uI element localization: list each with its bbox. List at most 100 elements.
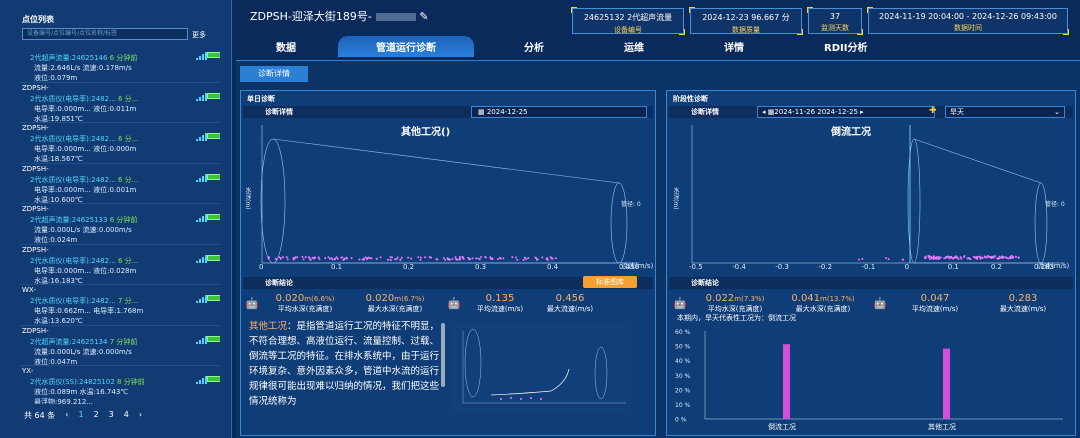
signal-icon <box>196 52 207 60</box>
stat-max-depth-stage: 0.041m(13.7%) 最大水深(充满度) <box>781 293 865 314</box>
date-picker[interactable]: ▦ 2024-12-25 <box>471 106 647 118</box>
scrollbar[interactable] <box>441 323 445 387</box>
list-item[interactable]: 2代超声流量:24625146 6 分钟前 流量:2.646L/s 流速:0.1… <box>20 42 220 83</box>
scatter-point <box>969 258 971 260</box>
scatter-point <box>502 257 504 259</box>
y-axis-label: 水深(m) <box>243 187 252 210</box>
scatter-point <box>933 258 935 260</box>
signal-icon <box>196 174 207 182</box>
list-item[interactable]: ZDPSH- 2代水质仪(电导率):2482... 6 分... 电导率:0.0… <box>20 83 220 124</box>
scatter-point <box>443 257 445 259</box>
scatter-point <box>387 259 389 261</box>
item-reading-1: 电导率:0.662m... 电导率:1.768m <box>34 306 143 316</box>
scatter-point <box>469 258 471 260</box>
scatter-point <box>436 259 438 261</box>
scatter-point <box>861 258 863 260</box>
item-reading-2: 水温:10.600℃ <box>34 195 83 205</box>
scatter-point <box>954 256 956 258</box>
tab-rdii[interactable]: RDII分析 <box>824 39 867 54</box>
weather-select[interactable]: 旱天 ⌄ <box>945 106 1065 118</box>
scatter-point <box>294 256 296 258</box>
scatter-point <box>523 259 525 261</box>
item-device: 2代水质仪(电导率):2482... 6 分... <box>30 256 138 266</box>
scatter-point <box>1012 257 1014 259</box>
search-input[interactable]: 设备编号/点位编号/点位名称/标签 <box>22 28 188 40</box>
list-item[interactable]: ZDPSH- 2代超声流量:24625133 6 分钟前 流量:0.000L/s… <box>20 204 220 245</box>
item-reading-2: 液位:0.047m <box>34 357 77 367</box>
item-reading-1: 电导率:0.000m... 液位:0.000m <box>34 144 136 154</box>
standard-gallery-button[interactable]: 标准图库 <box>583 276 637 288</box>
pager-prev[interactable]: ‹ <box>65 410 68 421</box>
item-name: ZDPSH- <box>22 124 49 132</box>
pager-page-1[interactable]: 1 <box>78 410 83 421</box>
panel-title: 单日诊断 <box>247 94 275 104</box>
scatter-point <box>479 258 481 260</box>
robot-icon-stage: 🤖 <box>673 297 687 310</box>
scatter-point <box>399 259 401 261</box>
scatter-point <box>305 256 307 258</box>
scatter-point <box>370 257 372 259</box>
scatter-point <box>885 257 887 259</box>
scatter-point <box>988 256 990 258</box>
list-item[interactable]: YX- 2代水质仪(SS):24825102 8 分钟前 液位:0.089m 水… <box>20 366 220 404</box>
list-item[interactable]: ZDPSH- 2代水质仪(电导率):2482... 6 分... 电导率:0.0… <box>20 245 220 286</box>
pipe-diameter-label-stage: 管径: 0 <box>1045 199 1065 208</box>
scatter-point <box>314 257 316 259</box>
scatter-point <box>417 256 419 258</box>
scatter-point <box>324 257 326 259</box>
chevron-down-icon: ⌄ <box>1054 107 1060 117</box>
scatter-point <box>534 257 536 259</box>
bar <box>943 349 950 419</box>
scatter-point <box>327 256 329 258</box>
stat-avg-depth: 0.020m(6.6%) 平均水深(充满度) <box>263 293 347 314</box>
x-tick: -0.2 <box>818 263 832 271</box>
scatter-point <box>541 256 543 258</box>
y-tick: 10 % <box>675 402 691 409</box>
scatter-point <box>459 258 461 260</box>
tab-analysis[interactable]: 分析 <box>524 39 544 54</box>
tab-data[interactable]: 数据 <box>276 39 296 54</box>
stat-avg-speed-stage: 0.047 平均流速(m/s) <box>893 293 977 314</box>
scatter-point <box>931 257 933 259</box>
item-device: 2代超声流量:24625146 6 分钟前 <box>30 53 137 63</box>
list-item[interactable]: ZDPSH- 2代水质仪(电导率):2482... 6 分... 电导率:0.0… <box>20 164 220 205</box>
subtab-diagnosis-detail[interactable]: 诊断详情 <box>240 66 308 82</box>
scatter-point <box>996 258 998 260</box>
scatter-point <box>467 257 469 259</box>
tab-maintenance[interactable]: 运维 <box>624 39 644 54</box>
pager-page-4[interactable]: 4 <box>124 410 129 421</box>
scatter-point <box>490 258 492 260</box>
pager-page-3[interactable]: 3 <box>109 410 114 421</box>
more-button[interactable]: 更多 <box>192 30 206 40</box>
item-reading-1: 液位:0.089m 水温:16.743℃ <box>34 387 128 397</box>
edit-icon[interactable]: ✎ <box>419 10 428 23</box>
bar <box>783 344 790 419</box>
x-tick: 0.1 <box>331 263 342 271</box>
scatter-point <box>361 259 363 261</box>
panel-title-stage: 阶段性诊断 <box>673 94 708 104</box>
scatter-point <box>424 256 426 258</box>
list-item[interactable]: ZDPSH- 2代水质仪(电导率):2482... 6 分... 电导率:0.0… <box>20 123 220 164</box>
scatter-point <box>929 258 931 260</box>
item-device: 2代水质仪(电导率):2482... 6 分... <box>30 134 138 144</box>
list-item[interactable]: ZDPSH- 2代超声流量:24625134 7 分钟前 流量:0.000L/s… <box>20 326 220 367</box>
date-range-picker[interactable]: ◂ ▦2024-11-26 2024-12-25 ▸ <box>757 106 935 118</box>
signal-icon <box>196 376 207 384</box>
y-tick: 40 % <box>675 358 691 365</box>
scatter-point <box>555 257 557 259</box>
list-item[interactable]: WX- 2代水质仪(电导率):2482... 7 分... 电导率:0.662m… <box>20 285 220 326</box>
battery-icon <box>207 174 220 180</box>
pager-page-2[interactable]: 2 <box>94 410 99 421</box>
scatter-point <box>943 257 945 259</box>
tab-pipe-diagnosis[interactable]: 管道运行诊断 <box>338 36 474 57</box>
x-tick: -0.1 <box>862 263 876 271</box>
tab-details[interactable]: 详情 <box>724 39 744 54</box>
add-icon[interactable]: ✚ <box>929 106 937 116</box>
pager-next[interactable]: › <box>139 410 142 421</box>
y-tick: 50 % <box>675 344 691 351</box>
scatter-point <box>329 258 331 260</box>
scatter-chart-stage <box>689 121 1073 269</box>
scatter-point <box>332 259 334 261</box>
robot-icon: 🤖 <box>245 297 259 310</box>
scatter-point <box>472 257 474 259</box>
